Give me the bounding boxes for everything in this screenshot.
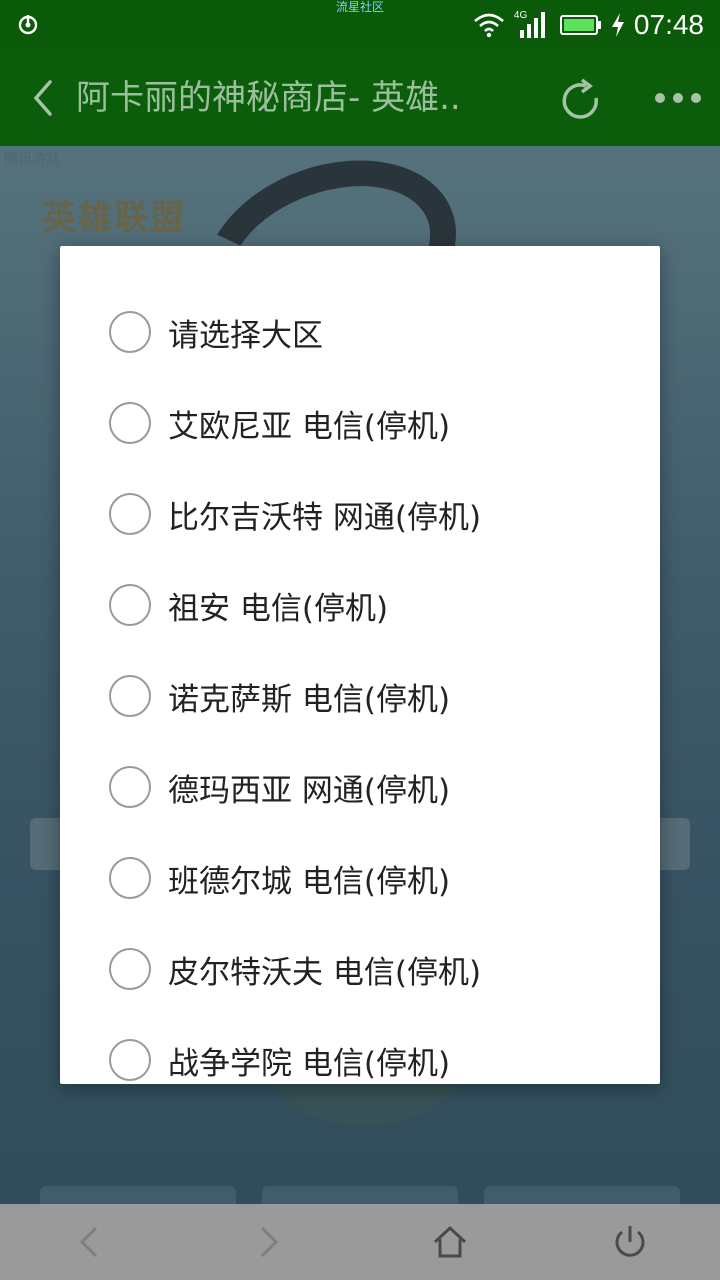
option-item[interactable]: 班德尔城 电信(停机)	[60, 838, 660, 918]
region-select-dialog: 请选择大区 艾欧尼亚 电信(停机) 比尔吉沃特 网通(停机) 祖安 电信(停机)…	[60, 246, 660, 1084]
option-item[interactable]: 诺克萨斯 电信(停机)	[60, 656, 660, 736]
status-icons: 4G 07:48	[472, 8, 704, 42]
radio-button[interactable]	[109, 675, 151, 717]
option-label: 班德尔城 电信(停机)	[168, 863, 451, 900]
wifi-icon	[474, 13, 504, 38]
signal-icon: 4G	[514, 10, 552, 40]
option-item[interactable]: 请选择大区	[60, 292, 660, 372]
radio-button[interactable]	[109, 584, 151, 626]
app-bar: 阿卡丽的神秘商店- 英雄..	[0, 50, 720, 146]
option-label: 祖安 电信(停机)	[168, 590, 389, 627]
status-bar: 流星社区 4G 07:48	[0, 0, 720, 50]
radio-button[interactable]	[109, 766, 151, 808]
option-label: 艾欧尼亚 电信(停机)	[168, 408, 451, 445]
radio-button[interactable]	[109, 857, 151, 899]
radio-button[interactable]	[109, 311, 151, 353]
power-icon[interactable]	[610, 1222, 650, 1262]
home-icon[interactable]	[430, 1222, 470, 1262]
option-label: 请选择大区	[168, 317, 323, 354]
option-label: 诺克萨斯 电信(停机)	[168, 681, 451, 718]
refresh-icon[interactable]	[556, 76, 606, 126]
option-item[interactable]: 战争学院 电信(停机)	[60, 1020, 660, 1084]
option-item[interactable]: 艾欧尼亚 电信(停机)	[60, 383, 660, 463]
nav-back-icon[interactable]	[70, 1222, 110, 1262]
radio-button[interactable]	[109, 1039, 151, 1081]
option-item[interactable]: 德玛西亚 网通(停机)	[60, 747, 660, 827]
more-dots-icon[interactable]	[650, 86, 706, 110]
option-label: 战争学院 电信(停机)	[168, 1045, 451, 1082]
radio-button[interactable]	[109, 493, 151, 535]
charging-icon	[611, 13, 624, 37]
option-item[interactable]: 皮尔特沃夫 电信(停机)	[60, 929, 660, 1009]
battery-icon	[559, 15, 601, 35]
app-notification-icon	[18, 15, 38, 35]
back-arrow-icon[interactable]	[24, 72, 64, 124]
radio-button[interactable]	[109, 402, 151, 444]
option-label: 皮尔特沃夫 电信(停机)	[168, 954, 482, 991]
bottom-nav-bar	[0, 1204, 720, 1280]
status-time: 07:48	[633, 9, 704, 40]
option-label: 德玛西亚 网通(停机)	[168, 772, 451, 809]
radio-button[interactable]	[109, 948, 151, 990]
nav-forward-icon[interactable]	[248, 1222, 288, 1262]
option-label: 比尔吉沃特 网通(停机)	[168, 499, 482, 536]
page-title: 阿卡丽的神秘商店- 英雄..	[76, 78, 461, 118]
option-item[interactable]: 比尔吉沃特 网通(停机)	[60, 474, 660, 554]
option-item[interactable]: 祖安 电信(停机)	[60, 565, 660, 645]
